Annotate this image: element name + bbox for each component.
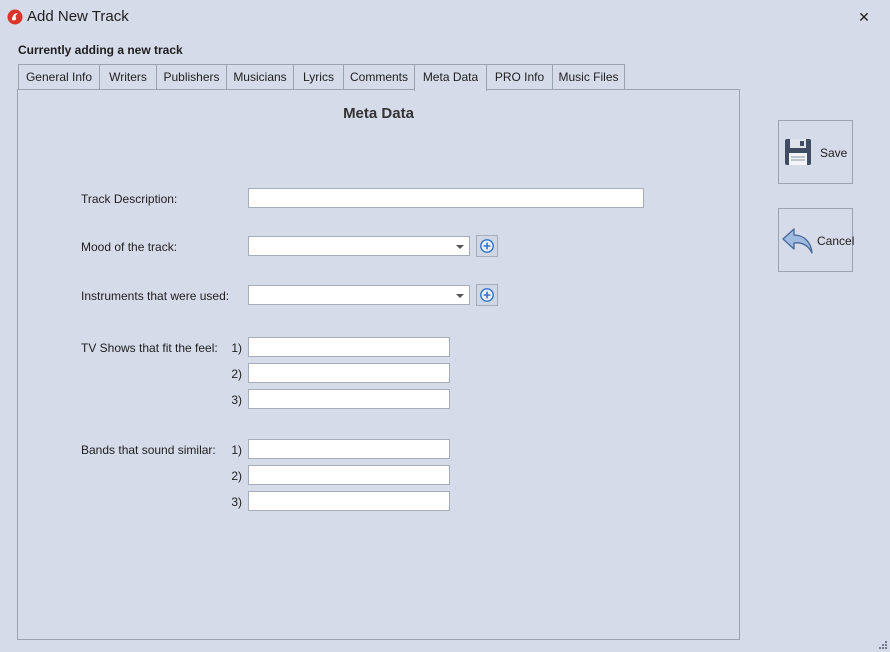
instruments-dropdown[interactable]	[248, 285, 470, 305]
tab-writers[interactable]: Writers	[99, 64, 157, 90]
chevron-down-icon	[456, 245, 464, 249]
tv-show-3-number: 3)	[231, 393, 242, 407]
tab-comments[interactable]: Comments	[343, 64, 415, 90]
tv-show-2-number: 2)	[231, 367, 242, 381]
panel-title: Meta Data	[343, 105, 414, 122]
tv-show-3-input[interactable]	[248, 389, 450, 409]
instruments-label: Instruments that were used:	[81, 289, 230, 303]
undo-arrow-icon	[782, 228, 813, 254]
window-title: Add New Track	[27, 8, 129, 25]
tab-pro-info[interactable]: PRO Info	[486, 64, 553, 90]
band-1-input[interactable]	[248, 439, 450, 459]
band-3-number: 3)	[231, 495, 242, 509]
tab-lyrics[interactable]: Lyrics	[293, 64, 344, 90]
plus-circle-icon	[480, 239, 494, 253]
resize-grip-icon[interactable]	[878, 640, 888, 650]
band-3-input[interactable]	[248, 491, 450, 511]
page-subtitle: Currently adding a new track	[18, 43, 183, 57]
chevron-down-icon	[456, 294, 464, 298]
app-logo-icon	[7, 9, 23, 25]
tab-musicians[interactable]: Musicians	[226, 64, 294, 90]
mood-label: Mood of the track:	[81, 240, 178, 254]
meta-data-panel: Meta Data Track Description: Mood of the…	[17, 89, 740, 640]
track-description-input[interactable]	[248, 188, 644, 208]
band-2-input[interactable]	[248, 465, 450, 485]
band-1-number: 1)	[231, 443, 242, 457]
add-mood-button[interactable]	[476, 235, 498, 257]
tab-music-files[interactable]: Music Files	[552, 64, 625, 90]
cancel-label: Cancel	[817, 234, 855, 248]
plus-circle-icon	[480, 288, 494, 302]
cancel-button[interactable]: Cancel	[778, 208, 855, 272]
title-bar: Add New Track ✕	[0, 0, 890, 34]
track-description-label: Track Description:	[81, 192, 178, 206]
tab-meta-data[interactable]: Meta Data	[414, 64, 487, 91]
mood-dropdown[interactable]	[248, 236, 470, 256]
add-instrument-button[interactable]	[476, 284, 498, 306]
tab-publishers[interactable]: Publishers	[156, 64, 227, 90]
tab-general-info[interactable]: General Info	[18, 64, 100, 90]
tv-show-1-number: 1)	[231, 341, 242, 355]
tv-show-2-input[interactable]	[248, 363, 450, 383]
band-2-number: 2)	[231, 469, 242, 483]
floppy-disk-icon	[785, 139, 811, 165]
save-label: Save	[820, 146, 848, 160]
close-icon[interactable]: ✕	[852, 6, 876, 28]
save-button[interactable]: Save	[778, 120, 853, 184]
tv-shows-label: TV Shows that fit the feel:	[81, 341, 218, 355]
bands-label: Bands that sound similar:	[81, 443, 216, 457]
tv-show-1-input[interactable]	[248, 337, 450, 357]
